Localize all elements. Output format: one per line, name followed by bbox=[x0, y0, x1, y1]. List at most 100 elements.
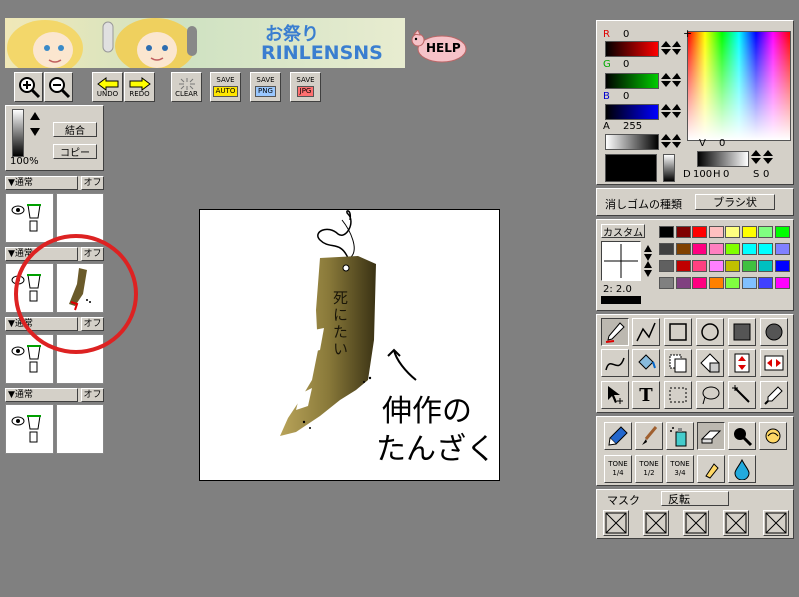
v-stepper-icon[interactable] bbox=[749, 149, 773, 165]
opacity-up-button[interactable] bbox=[28, 110, 42, 122]
palette-swatch[interactable] bbox=[692, 226, 707, 238]
mask-slot-2[interactable] bbox=[643, 510, 669, 536]
palette-swatch[interactable] bbox=[758, 260, 773, 272]
mask-slot-4[interactable] bbox=[723, 510, 749, 536]
layer-1-off-button[interactable]: オフ bbox=[81, 176, 104, 190]
redo-button[interactable]: REDO bbox=[124, 72, 155, 102]
site-banner[interactable]: お祭り RINLENSNS bbox=[5, 18, 405, 68]
palette-swatch[interactable] bbox=[692, 243, 707, 255]
palette-swatch[interactable] bbox=[725, 260, 740, 272]
a-slider[interactable] bbox=[605, 134, 659, 150]
palette-swatch[interactable] bbox=[708, 260, 724, 272]
blur-button[interactable] bbox=[697, 455, 725, 483]
select-rect-button[interactable] bbox=[664, 381, 692, 409]
palette-swatch[interactable] bbox=[659, 226, 674, 238]
palette-swatch[interactable] bbox=[774, 226, 790, 238]
custom-brush-button[interactable]: カスタム bbox=[601, 224, 645, 239]
layer-4-blend-mode[interactable]: ▼通常 bbox=[5, 388, 78, 402]
help-button[interactable]: HELP bbox=[408, 30, 468, 64]
r-slider[interactable] bbox=[605, 41, 659, 57]
marker-button[interactable] bbox=[604, 422, 632, 450]
palette-swatch[interactable] bbox=[758, 243, 773, 255]
drawing-canvas[interactable]: 死にたい 伸作の たんざく bbox=[199, 209, 500, 481]
save-png-button[interactable]: SAVE PNG bbox=[250, 72, 281, 102]
palette-swatch[interactable] bbox=[725, 277, 740, 289]
a-stepper-icon[interactable] bbox=[659, 133, 681, 149]
palette-swatch[interactable] bbox=[708, 277, 724, 289]
fill-rect-tool-button[interactable] bbox=[728, 318, 756, 346]
undo-button[interactable]: UNDO bbox=[92, 72, 123, 102]
palette-swatch[interactable] bbox=[741, 277, 757, 289]
brush-button[interactable] bbox=[635, 422, 663, 450]
save-auto-button[interactable]: SAVE AUTO bbox=[210, 72, 241, 102]
copy-tool-button[interactable] bbox=[664, 349, 692, 377]
palette-swatch[interactable] bbox=[758, 226, 773, 238]
palette-swatch[interactable] bbox=[692, 277, 707, 289]
save-jpg-button[interactable]: SAVE JPG bbox=[290, 72, 321, 102]
mask-slot-3[interactable] bbox=[683, 510, 709, 536]
layer-1-blend-mode[interactable]: ▼通常 bbox=[5, 176, 78, 190]
opacity-down-button[interactable] bbox=[28, 126, 42, 138]
mask-invert-button[interactable]: 反転 bbox=[661, 491, 729, 506]
flip-vertical-button[interactable] bbox=[728, 349, 756, 377]
brush-size-bar[interactable] bbox=[601, 296, 641, 304]
brush-size-stepper-icon[interactable] bbox=[643, 244, 653, 284]
bucket-tool-button[interactable] bbox=[632, 349, 660, 377]
zoom-out-button[interactable] bbox=[44, 72, 73, 102]
palette-swatch[interactable] bbox=[675, 260, 691, 272]
curve-tool-button[interactable] bbox=[601, 349, 629, 377]
current-color-swatch[interactable] bbox=[605, 154, 657, 182]
eraser-type-select[interactable]: ブラシ状 bbox=[695, 194, 775, 210]
palette-swatch[interactable] bbox=[675, 226, 691, 238]
layer-4-off-button[interactable]: オフ bbox=[81, 388, 104, 402]
text-tool-button[interactable]: T bbox=[632, 381, 660, 409]
palette-swatch[interactable] bbox=[725, 226, 740, 238]
eraser-button[interactable] bbox=[697, 422, 725, 450]
b-stepper-icon[interactable] bbox=[659, 103, 681, 119]
v-slider[interactable] bbox=[697, 151, 749, 167]
palette-swatch[interactable] bbox=[741, 243, 757, 255]
smudge-button[interactable] bbox=[759, 422, 787, 450]
palette-swatch[interactable] bbox=[774, 243, 790, 255]
lasso-tool-button[interactable] bbox=[696, 381, 724, 409]
tone-half-button[interactable]: TONE 1/2 bbox=[635, 455, 663, 483]
line-tool-button[interactable] bbox=[632, 318, 660, 346]
zoom-in-button[interactable] bbox=[14, 72, 43, 102]
palette-swatch[interactable] bbox=[659, 277, 674, 289]
layer-4-controls[interactable] bbox=[5, 404, 54, 454]
palette-swatch[interactable] bbox=[659, 243, 674, 255]
mask-slot-5[interactable] bbox=[763, 510, 789, 536]
palette-swatch[interactable] bbox=[725, 243, 740, 255]
palette-swatch[interactable] bbox=[774, 277, 790, 289]
g-stepper-icon[interactable] bbox=[659, 72, 681, 88]
tone-quarter-button[interactable]: TONE 1/4 bbox=[604, 455, 632, 483]
b-slider[interactable] bbox=[605, 104, 659, 120]
hue-saturation-field[interactable] bbox=[687, 31, 791, 141]
copy-button[interactable]: コピー bbox=[53, 144, 97, 159]
pen-tool-button[interactable] bbox=[601, 318, 629, 346]
palette-swatch[interactable] bbox=[774, 260, 790, 272]
layer-4-thumbnail[interactable] bbox=[56, 404, 104, 454]
tone-three-quarter-button[interactable]: TONE 3/4 bbox=[666, 455, 694, 483]
flip-horizontal-button[interactable] bbox=[760, 349, 788, 377]
clear-button[interactable]: CLEAR bbox=[171, 72, 202, 102]
ellipse-tool-button[interactable] bbox=[696, 318, 724, 346]
g-slider[interactable] bbox=[605, 73, 659, 89]
palette-swatch[interactable] bbox=[675, 277, 691, 289]
merge-button[interactable]: 結合 bbox=[53, 122, 97, 137]
r-stepper-icon[interactable] bbox=[659, 40, 681, 56]
airbrush-button[interactable] bbox=[666, 422, 694, 450]
dodge-button[interactable] bbox=[728, 422, 756, 450]
palette-swatch[interactable] bbox=[758, 277, 773, 289]
rect-tool-button[interactable] bbox=[664, 318, 692, 346]
brush-preview[interactable] bbox=[601, 241, 641, 281]
eyedropper-button[interactable] bbox=[760, 381, 788, 409]
palette-swatch[interactable] bbox=[659, 260, 674, 272]
palette-swatch[interactable] bbox=[708, 226, 724, 238]
magic-wand-button[interactable] bbox=[728, 381, 756, 409]
mask-slot-1[interactable] bbox=[603, 510, 629, 536]
palette-swatch[interactable] bbox=[741, 260, 757, 272]
fill-ellipse-tool-button[interactable] bbox=[760, 318, 788, 346]
move-tool-button[interactable] bbox=[601, 381, 629, 409]
value-slider-vertical[interactable] bbox=[663, 154, 675, 182]
